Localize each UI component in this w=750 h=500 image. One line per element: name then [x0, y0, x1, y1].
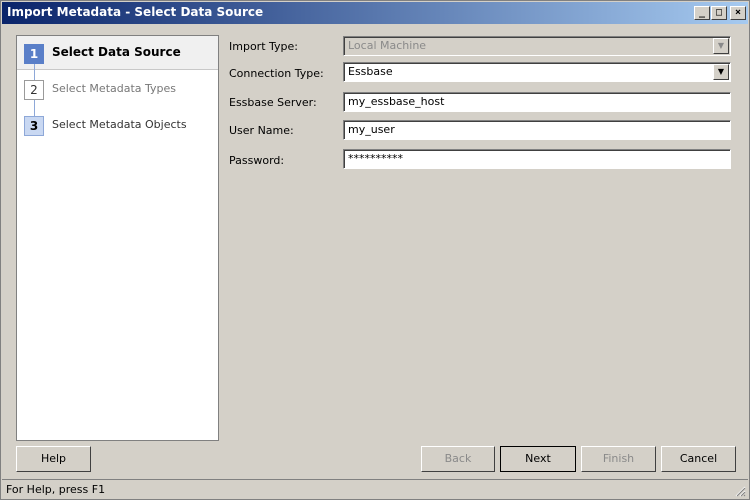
connection-type-select[interactable]: Essbase ▼ — [343, 62, 731, 82]
essbase-server-input[interactable]: my_essbase_host — [343, 92, 731, 112]
finish-button[interactable]: Finish — [581, 446, 656, 472]
back-button[interactable]: Back — [421, 446, 495, 472]
import-metadata-window: Import Metadata - Select Data Source _ □… — [0, 0, 750, 500]
step-select-metadata-objects[interactable]: 3 Select Metadata Objects — [17, 108, 218, 142]
step-select-metadata-types[interactable]: 2 Select Metadata Types — [17, 72, 218, 106]
title-bar: Import Metadata - Select Data Source _ □… — [2, 2, 748, 24]
chevron-down-icon[interactable]: ▼ — [713, 64, 729, 80]
close-button[interactable]: × — [730, 6, 746, 20]
step-select-data-source[interactable]: 1 Select Data Source — [17, 36, 218, 70]
password-label: Password: — [229, 154, 285, 167]
connection-type-label: Connection Type: — [229, 67, 324, 80]
import-type-select: Local Machine ▼ — [343, 36, 731, 56]
user-name-label: User Name: — [229, 124, 294, 137]
step-label-1: Select Data Source — [52, 45, 181, 59]
status-text: For Help, press F1 — [6, 483, 106, 496]
step-number-1: 1 — [24, 44, 44, 64]
connection-type-value: Essbase — [348, 65, 393, 78]
next-button[interactable]: Next — [500, 446, 576, 472]
chevron-down-icon: ▼ — [713, 38, 729, 54]
minimize-button[interactable]: _ — [694, 6, 710, 20]
password-input[interactable]: ********** — [343, 149, 731, 169]
essbase-server-label: Essbase Server: — [229, 96, 317, 109]
user-name-input[interactable]: my_user — [343, 120, 731, 140]
maximize-button[interactable]: □ — [711, 6, 727, 20]
step-number-3: 3 — [24, 116, 44, 136]
step-label-2: Select Metadata Types — [52, 82, 177, 95]
step-label-3: Select Metadata Objects — [52, 118, 187, 131]
import-type-label: Import Type: — [229, 40, 298, 53]
window-title: Import Metadata - Select Data Source — [7, 5, 264, 19]
import-type-value: Local Machine — [348, 39, 427, 52]
step-number-2: 2 — [24, 80, 44, 100]
cancel-button[interactable]: Cancel — [661, 446, 736, 472]
resize-grip-icon[interactable] — [734, 485, 746, 497]
status-bar: For Help, press F1 — [2, 479, 748, 499]
help-button[interactable]: Help — [16, 446, 91, 472]
wizard-steps-panel: 1 Select Data Source 2 Select Metadata T… — [16, 35, 219, 441]
